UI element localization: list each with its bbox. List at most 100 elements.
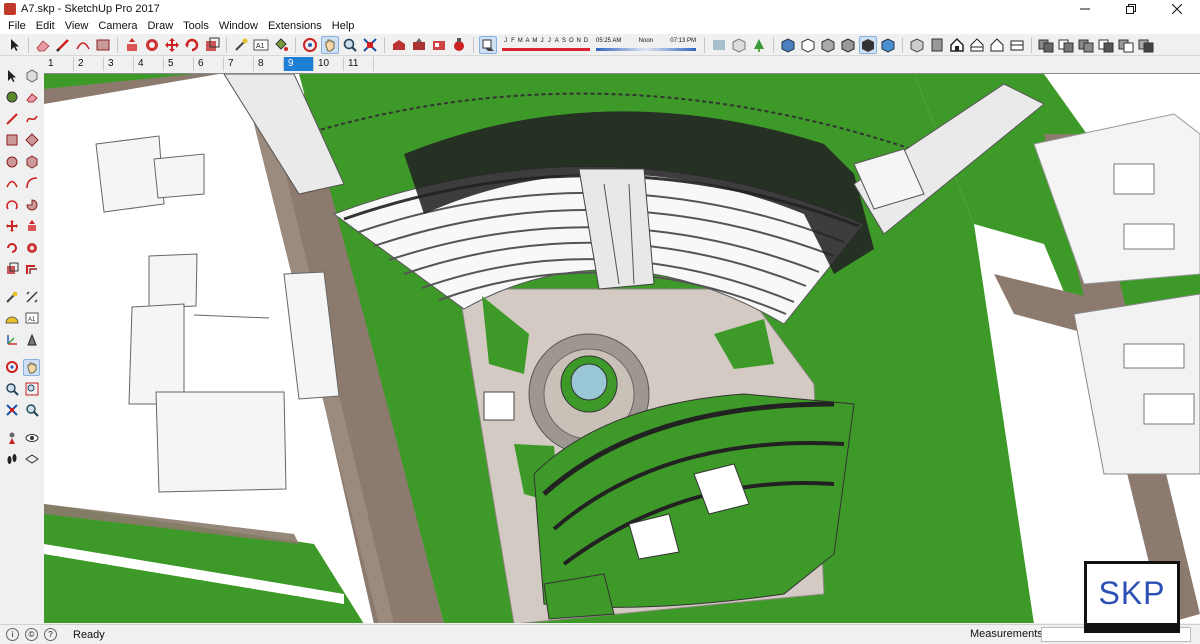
- outer-shell-button[interactable]: [1037, 36, 1055, 54]
- left-freehand-button[interactable]: [23, 110, 40, 127]
- eraser-tool-button[interactable]: [34, 36, 52, 54]
- credits-icon[interactable]: ©: [25, 628, 38, 641]
- move-tool-button[interactable]: [163, 36, 181, 54]
- style-xray-face-button[interactable]: [879, 36, 897, 54]
- scene-tab-9[interactable]: 9: [284, 57, 314, 71]
- left-rotate-button[interactable]: [3, 239, 20, 256]
- zoom-extents-tool-button[interactable]: [361, 36, 379, 54]
- left-protractor-button[interactable]: [3, 310, 20, 327]
- left-move-button[interactable]: [3, 218, 20, 235]
- view-right-button[interactable]: [968, 36, 986, 54]
- split-button[interactable]: [1137, 36, 1155, 54]
- menu-extensions[interactable]: Extensions: [263, 20, 327, 32]
- left-pie-button[interactable]: [23, 196, 40, 213]
- scene-tab-10[interactable]: 10: [314, 57, 344, 71]
- style-xray-button[interactable]: [710, 36, 728, 54]
- left-offset-button[interactable]: [23, 261, 40, 278]
- shadows-toggle-button[interactable]: [479, 35, 497, 54]
- user-account-icon[interactable]: ?: [44, 628, 57, 641]
- warehouse-button[interactable]: [390, 36, 408, 54]
- line-tool-button[interactable]: [54, 36, 72, 54]
- left-look-around-button[interactable]: [23, 429, 40, 446]
- left-walk-button[interactable]: [3, 451, 20, 468]
- style-shaded-button[interactable]: [819, 36, 837, 54]
- left-circle-button[interactable]: [3, 153, 20, 170]
- follow-me-tool-button[interactable]: [143, 36, 161, 54]
- menu-window[interactable]: Window: [214, 20, 263, 32]
- menu-camera[interactable]: Camera: [93, 20, 142, 32]
- components-button[interactable]: [430, 36, 448, 54]
- scene-tab-1[interactable]: 1: [44, 57, 74, 71]
- style-monochrome-button[interactable]: [859, 35, 877, 54]
- left-3d-text-button[interactable]: [23, 331, 40, 348]
- arc-tool-button[interactable]: [74, 36, 92, 54]
- orbit-tool-button[interactable]: [301, 36, 319, 54]
- scene-tab-4[interactable]: 4: [134, 57, 164, 71]
- push-pull-tool-button[interactable]: [123, 36, 141, 54]
- scene-tab-7[interactable]: 7: [224, 57, 254, 71]
- month-slider[interactable]: J F M A M J J A S O N D: [502, 38, 590, 52]
- left-paint-button[interactable]: [3, 89, 20, 106]
- menu-draw[interactable]: Draw: [142, 20, 178, 32]
- select-tool-button[interactable]: [5, 36, 23, 54]
- scene-tab-11[interactable]: 11: [344, 57, 374, 71]
- left-text-button[interactable]: A1: [23, 310, 40, 327]
- view-front-button[interactable]: [948, 36, 966, 54]
- left-arc-button[interactable]: [3, 175, 20, 192]
- left-zoom-button[interactable]: [3, 380, 20, 397]
- left-polygon-button[interactable]: [23, 153, 40, 170]
- menu-tools[interactable]: Tools: [178, 20, 214, 32]
- left-orbit-button[interactable]: [3, 359, 20, 376]
- union-button[interactable]: [1077, 36, 1095, 54]
- scale-tool-button[interactable]: [203, 36, 221, 54]
- shapes-tool-button[interactable]: [94, 36, 112, 54]
- menu-file[interactable]: File: [3, 20, 31, 32]
- text-tool-button[interactable]: A1: [252, 36, 270, 54]
- style-back-edges-button[interactable]: [730, 36, 748, 54]
- menu-help[interactable]: Help: [327, 20, 360, 32]
- left-follow-me-button[interactable]: [23, 239, 40, 256]
- left-2pt-arc-button[interactable]: [23, 175, 40, 192]
- extension-warehouse-button[interactable]: [450, 36, 468, 54]
- close-button[interactable]: [1154, 0, 1200, 18]
- left-rotated-rectangle-button[interactable]: [23, 132, 40, 149]
- view-back-button[interactable]: [988, 36, 1006, 54]
- paint-bucket-tool-button[interactable]: [272, 36, 290, 54]
- share-model-button[interactable]: [410, 36, 428, 54]
- left-section-plane-button[interactable]: [23, 451, 40, 468]
- view-top-button[interactable]: [928, 36, 946, 54]
- scene-tab-8[interactable]: 8: [254, 57, 284, 71]
- trim-button[interactable]: [1117, 36, 1135, 54]
- scene-tab-2[interactable]: 2: [74, 57, 104, 71]
- restore-button[interactable]: [1108, 0, 1154, 18]
- style-textured-button[interactable]: [839, 36, 857, 54]
- intersect-button[interactable]: [1057, 36, 1075, 54]
- model-viewport[interactable]: [44, 73, 1200, 623]
- left-position-camera-button[interactable]: [3, 429, 20, 446]
- left-axes-button[interactable]: [3, 331, 20, 348]
- rotate-tool-button[interactable]: [183, 36, 201, 54]
- minimize-button[interactable]: [1062, 0, 1108, 18]
- subtract-button[interactable]: [1097, 36, 1115, 54]
- pan-tool-button[interactable]: [321, 35, 339, 54]
- left-scale-button[interactable]: [3, 261, 20, 278]
- left-make-component-button[interactable]: [23, 67, 40, 84]
- tape-measure-tool-button[interactable]: [232, 36, 250, 54]
- left-tape-measure-button[interactable]: [3, 288, 20, 305]
- view-left-button[interactable]: [1008, 36, 1026, 54]
- menu-view[interactable]: View: [60, 20, 94, 32]
- scene-tab-6[interactable]: 6: [194, 57, 224, 71]
- style-tree-button[interactable]: [750, 36, 768, 54]
- left-3pt-arc-button[interactable]: [3, 196, 20, 213]
- left-pan-button[interactable]: [23, 358, 40, 376]
- left-line-button[interactable]: [3, 110, 20, 127]
- left-push-pull-button[interactable]: [23, 218, 40, 235]
- scene-tab-5[interactable]: 5: [164, 57, 194, 71]
- left-rectangle-button[interactable]: [3, 132, 20, 149]
- zoom-tool-button[interactable]: [341, 36, 359, 54]
- left-dimension-button[interactable]: [23, 288, 40, 305]
- scene-tab-3[interactable]: 3: [104, 57, 134, 71]
- left-eraser-button[interactable]: [23, 89, 40, 106]
- left-zoom-window-button[interactable]: [23, 380, 40, 397]
- style-hidden-line-button[interactable]: [799, 36, 817, 54]
